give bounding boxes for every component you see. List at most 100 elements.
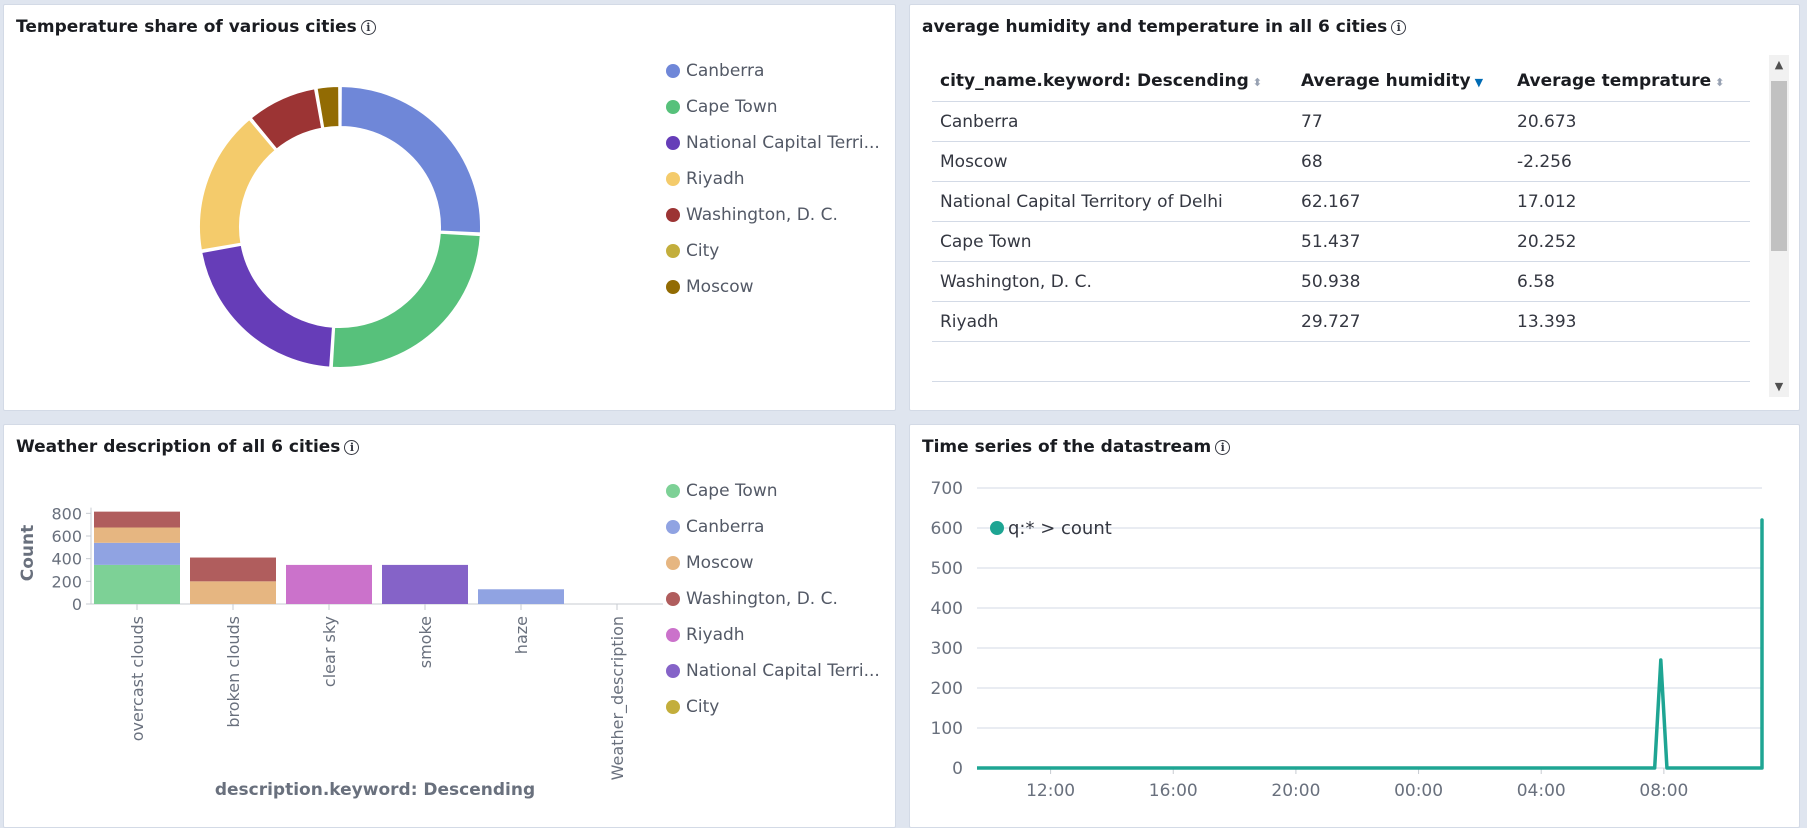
bar-segment[interactable] bbox=[190, 557, 276, 582]
legend-item[interactable]: Washington, D. C. bbox=[666, 197, 880, 233]
data-table: city_name.keyword: Descending ⬍ Average h… bbox=[932, 61, 1750, 382]
legend-dot-icon bbox=[666, 700, 680, 714]
legend-item[interactable]: City bbox=[666, 689, 880, 725]
legend-dot-icon bbox=[666, 244, 680, 258]
table-row: Cape Town 51.437 20.252 bbox=[932, 221, 1750, 262]
table-header-row: city_name.keyword: Descending ⬍ Average h… bbox=[932, 61, 1750, 102]
legend-dot-icon bbox=[990, 521, 1004, 535]
x-tick-label: overcast clouds bbox=[128, 616, 147, 741]
legend-dot-icon bbox=[666, 64, 680, 78]
timeseries-panel: Time series of the datastream i 0 100 200 3… bbox=[909, 424, 1800, 828]
y-tick-label: 600 bbox=[51, 527, 82, 546]
x-tick-label: 16:00 bbox=[1149, 781, 1198, 801]
table-row: National Capital Territory of Delhi 62.16… bbox=[932, 181, 1750, 222]
table-row: Washington, D. C. 50.938 6.58 bbox=[932, 261, 1750, 302]
sort-icon[interactable]: ⬍ bbox=[1253, 76, 1262, 89]
column-header-humidity[interactable]: Average humidity ▼ bbox=[1293, 61, 1509, 102]
legend-label: Riyadh bbox=[686, 625, 745, 645]
bar-segment[interactable] bbox=[94, 542, 180, 565]
x-tick-label: smoke bbox=[416, 616, 435, 668]
bar-segment[interactable] bbox=[94, 511, 180, 528]
bar-segment[interactable] bbox=[94, 527, 180, 543]
x-tick-label: 08:00 bbox=[1639, 781, 1688, 801]
y-axis-title: Count bbox=[18, 525, 38, 582]
legend-label: National Capital Terri... bbox=[686, 133, 880, 153]
scroll-down-icon[interactable]: ▼ bbox=[1769, 377, 1789, 397]
legend-dot-icon bbox=[666, 520, 680, 534]
column-header-city[interactable]: city_name.keyword: Descending ⬍ bbox=[932, 61, 1293, 102]
y-tick-label: 800 bbox=[51, 504, 82, 523]
legend-item[interactable]: Canberra bbox=[666, 509, 880, 545]
legend-label: Canberra bbox=[686, 61, 765, 81]
table-scrollbar[interactable]: ▲ ▼ bbox=[1769, 55, 1789, 397]
table-row: Riyadh 29.727 13.393 bbox=[932, 301, 1750, 342]
y-tick-label: 500 bbox=[931, 559, 963, 579]
x-tick-label: 12:00 bbox=[1026, 781, 1075, 801]
scroll-up-icon[interactable]: ▲ bbox=[1769, 55, 1789, 75]
y-tick-label: 0 bbox=[72, 595, 82, 614]
legend-label: Cape Town bbox=[686, 481, 778, 501]
scrollbar-thumb[interactable] bbox=[1771, 81, 1787, 251]
legend-item[interactable]: Cape Town bbox=[666, 473, 880, 509]
sort-icon[interactable]: ⬍ bbox=[1715, 76, 1724, 89]
x-tick-label: Weather_description bbox=[608, 616, 628, 780]
legend-item[interactable]: Canberra bbox=[666, 53, 880, 89]
legend-item[interactable]: Riyadh bbox=[666, 617, 880, 653]
bar-segment[interactable] bbox=[382, 564, 468, 604]
table-row: Moscow 68 -2.256 bbox=[932, 141, 1750, 182]
donut-slice[interactable] bbox=[200, 243, 335, 369]
x-tick-label: 20:00 bbox=[1271, 781, 1320, 801]
series-line[interactable] bbox=[977, 518, 1764, 770]
legend-item[interactable]: Washington, D. C. bbox=[666, 581, 880, 617]
bars-panel: Weather description of all 6 cities i 02… bbox=[3, 424, 896, 828]
bar-segment[interactable] bbox=[478, 589, 564, 604]
legend-dot-icon bbox=[666, 100, 680, 114]
x-tick-label: haze bbox=[512, 616, 531, 654]
sort-descending-icon[interactable]: ▼ bbox=[1475, 76, 1483, 89]
bar-segment[interactable] bbox=[286, 564, 372, 604]
legend-label: Canberra bbox=[686, 517, 765, 537]
x-tick-label: clear sky bbox=[320, 616, 339, 687]
legend-item[interactable]: Moscow bbox=[666, 269, 880, 305]
legend-label: City bbox=[686, 241, 720, 261]
column-header-temperature[interactable]: Average temprature ⬍ bbox=[1509, 61, 1750, 102]
y-tick-label: 200 bbox=[51, 572, 82, 591]
legend-item[interactable]: Cape Town bbox=[666, 89, 880, 125]
y-tick-label: 200 bbox=[931, 679, 963, 699]
legend-item[interactable]: Moscow bbox=[666, 545, 880, 581]
legend-dot-icon bbox=[666, 172, 680, 186]
info-icon[interactable]: i bbox=[1391, 19, 1407, 35]
y-tick-label: 100 bbox=[931, 719, 963, 739]
bar-segment[interactable] bbox=[94, 564, 180, 604]
legend-dot-icon bbox=[666, 628, 680, 642]
donut-slice[interactable] bbox=[330, 231, 482, 369]
legend-label: National Capital Terri... bbox=[686, 661, 880, 681]
legend-item[interactable]: National Capital Terri... bbox=[666, 125, 880, 161]
x-tick-label: 00:00 bbox=[1394, 781, 1443, 801]
legend-dot-icon bbox=[666, 592, 680, 606]
bar-segment[interactable] bbox=[190, 581, 276, 604]
legend-item[interactable]: Riyadh bbox=[666, 161, 880, 197]
x-tick-label: broken clouds bbox=[224, 616, 243, 728]
legend-label: Washington, D. C. bbox=[686, 589, 838, 609]
x-tick-label: 04:00 bbox=[1517, 781, 1566, 801]
table-row-empty bbox=[932, 341, 1750, 382]
bar-legend: Cape Town Canberra Moscow Washington, D. C.… bbox=[666, 473, 880, 725]
table-row: Canberra 77 20.673 bbox=[932, 101, 1750, 142]
table-panel: average humidity and temperature in all … bbox=[909, 4, 1800, 411]
legend-label: Cape Town bbox=[686, 97, 778, 117]
legend-label: Moscow bbox=[686, 553, 754, 573]
legend-label[interactable]: q:* > count bbox=[1008, 518, 1112, 539]
legend-item[interactable]: National Capital Terri... bbox=[666, 653, 880, 689]
line-chart[interactable]: 0 100 200 300 400 500 600 700 12:00 16:00 20:00 00:… bbox=[910, 425, 1800, 828]
legend-item[interactable]: City bbox=[666, 233, 880, 269]
legend-dot-icon bbox=[666, 484, 680, 498]
legend-label: Moscow bbox=[686, 277, 754, 297]
y-tick-label: 600 bbox=[931, 519, 963, 539]
donut-slice[interactable] bbox=[339, 84, 482, 235]
legend-dot-icon bbox=[666, 664, 680, 678]
legend-label: City bbox=[686, 697, 720, 717]
donut-slice[interactable] bbox=[198, 117, 278, 252]
legend-label: Washington, D. C. bbox=[686, 205, 838, 225]
legend-dot-icon bbox=[666, 280, 680, 294]
